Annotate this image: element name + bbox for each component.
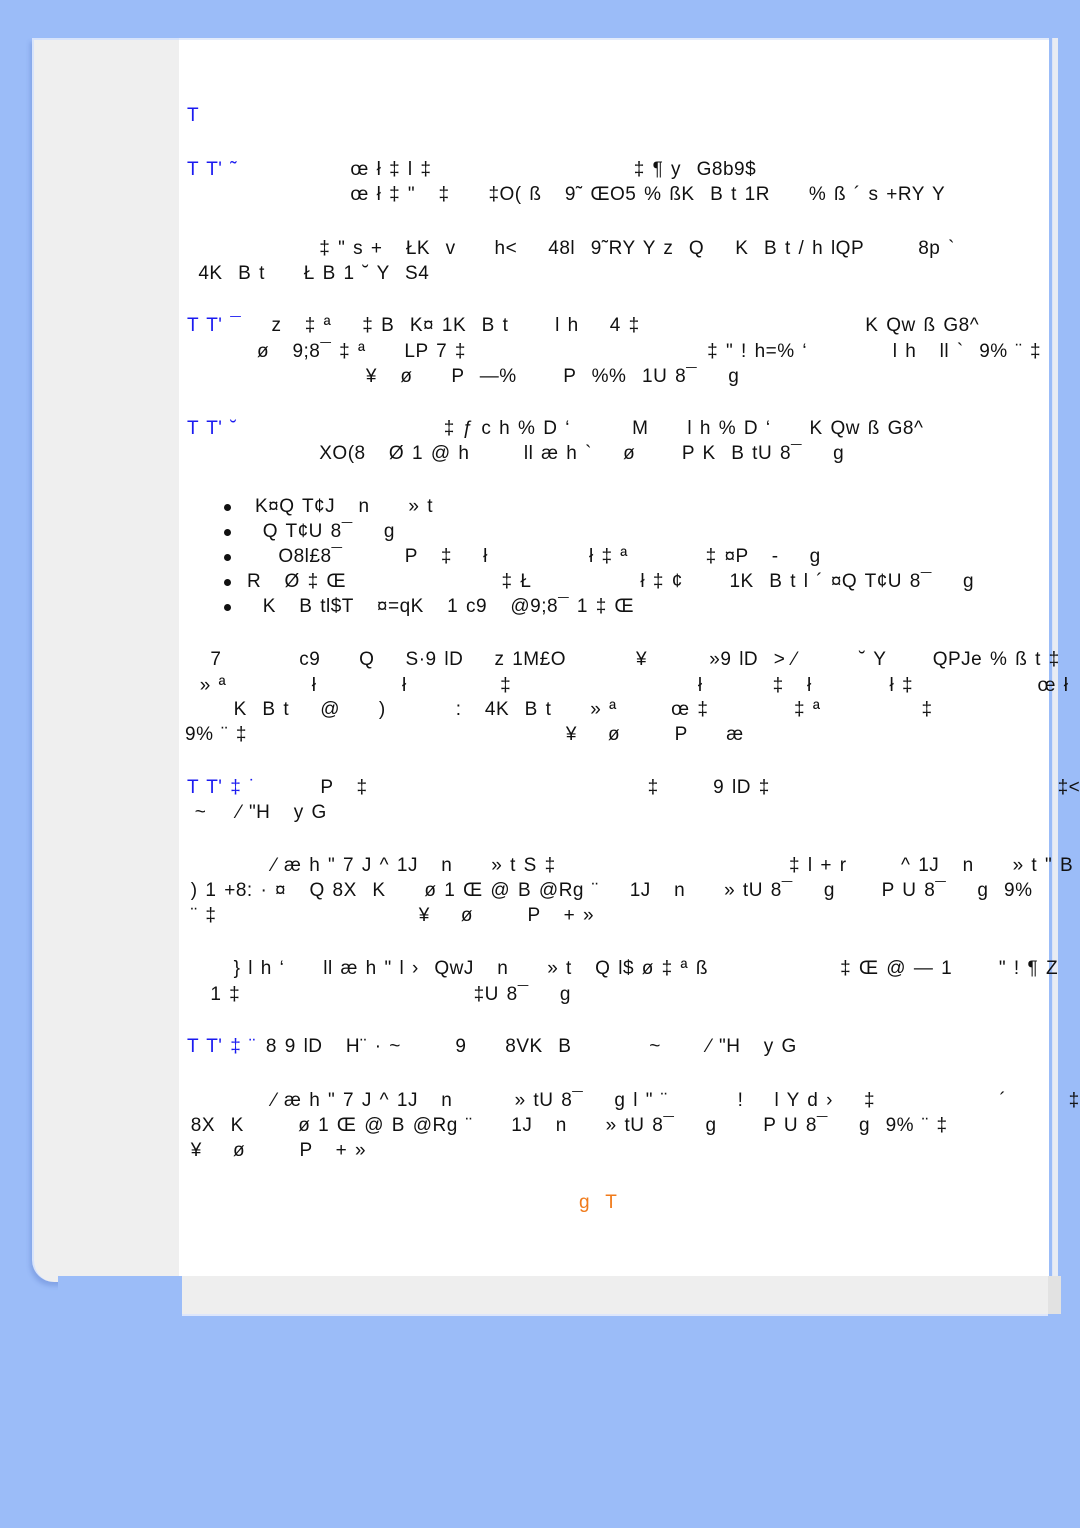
section-2-line-3: ¥ ø P —% P %% 1U 8¯ g <box>187 366 740 387</box>
list-item: K¤Q T¢J n » t <box>187 494 974 519</box>
footer-bar <box>182 1276 1048 1316</box>
paragraph-d-line-1: ⁄ æ h " 7 J ^ 1J n » tU 8¯ g l " ¨ ! l Y… <box>187 1090 1080 1111</box>
list-item: Q T¢U 8¯ g <box>187 519 974 544</box>
paragraph-a-line-1: 7 c9 Q S·9 lD z 1M£O ¥ »9 lD > ⁄ ˘ Y QPJ… <box>187 649 1060 670</box>
footer-cap <box>1048 1276 1061 1314</box>
section-5-line-1: 8 9 lD H¨ · ~ 9 8VK B ~ ⁄ "H y G <box>227 1036 797 1057</box>
paragraph-b-line-3: ¨ ‡ ¥ ø P + » <box>183 905 595 926</box>
page-navigation-link[interactable]: g T <box>579 1191 617 1215</box>
section-1-line-1: œ ł ‡ l ‡ ‡ ¶ y G8b9$ <box>187 159 757 180</box>
bullet-icon <box>224 579 231 586</box>
paragraph-b-line-1: ⁄ æ h " 7 J ^ 1J n » t S ‡ ‡ l + r ^ 1J … <box>187 855 1080 876</box>
section-2-line-1: z ‡ ª ‡ B K¤ 1K B t l h 4 ‡ K Qw ß G8^ <box>217 315 980 336</box>
section-3-line-2: XO(8 Ø 1 @ h ll æ h ` ø P K B tU 8¯ g <box>187 443 845 464</box>
bullet-icon <box>224 604 231 611</box>
paragraph-c-line-2: 1 ‡ ‡U 8¯ g <box>187 984 571 1005</box>
section-3-line-1: ‡ ƒ c h % D ‘ M l h % D ‘ K Qw ß G8^ <box>187 418 924 439</box>
paragraph-a-line-2: » ª ł ł ‡ ł ‡ ł ł ‡ œ ł … <box>192 675 1080 696</box>
section-1-line-5: 4K B t Ł B 1 ˘ Y S4 <box>175 263 430 284</box>
paragraph-a-line-4: 9% ¨ ‡ ¥ ø P æ <box>185 724 744 745</box>
section-2-line-2: ø 9;8¯ ‡ ª LP 7 ‡ ‡ " ! h=% ‘ l h ll ` 9… <box>187 341 1042 362</box>
section-4-line-2: ~ ⁄ "H y G <box>187 802 327 823</box>
section-1-line-4: ‡ " s + ŁK v h< 48l 9˜RY Y z Q K B t / h… <box>187 238 955 259</box>
bullet-icon <box>224 554 231 561</box>
top-marker: T <box>187 105 200 126</box>
paragraph-c-line-1: } l h ‘ ll æ h " l › QwJ n » t Q l$ ø ‡ … <box>187 958 1059 979</box>
bullet-list: K¤Q T¢J n » t Q T¢U 8¯ g O8l£8¯ P ‡ ł ł … <box>187 494 974 619</box>
list-item-text: O8l£8¯ P ‡ ł ł ‡ ª ‡ ¤P - g <box>255 546 821 567</box>
bullet-icon <box>224 504 231 511</box>
bottom-left-gap <box>58 1276 182 1306</box>
paragraph-d-line-3: ¥ ø P + » <box>183 1140 367 1161</box>
paragraph-a-line-3: K B t @ ) : 4K B t » ª œ ‡ ‡ ª ‡ … ll ` … <box>233 699 933 720</box>
list-item-text: R Ø ‡ Œ ‡ Ł ł ‡ ¢ 1K B t l ´ ¤Q T¢U 8¯ g <box>247 571 975 592</box>
paragraph-d-line-2: 8X K ø 1 Œ @ B @Rg ¨ 1J n » tU 8¯ g P U … <box>183 1115 948 1136</box>
list-item: K B tl$T ¤=qK 1 c9 @9;8¯ 1 ‡ Œ <box>187 594 974 619</box>
section-1-line-2: œ ł ‡ " ‡ ‡O( ß 9˜ ŒO5 % ßK B t 1R % ß ´… <box>187 184 946 205</box>
list-item-text: K B tl$T ¤=qK 1 c9 @9;8¯ 1 ‡ Œ <box>255 596 635 617</box>
bullet-icon <box>224 529 231 536</box>
left-margin-panel <box>32 38 181 1282</box>
list-item: O8l£8¯ P ‡ ł ł ‡ ª ‡ ¤P - g <box>187 544 974 569</box>
list-item-text: Q T¢U 8¯ g <box>255 521 395 542</box>
list-item: R Ø ‡ Œ ‡ Ł ł ‡ ¢ 1K B t l ´ ¤Q T¢U 8¯ g <box>187 569 974 594</box>
paragraph-b-line-2: ) 1 +8: · ¤ Q 8X K ø 1 Œ @ B @Rg ¨ 1J n … <box>183 880 1033 901</box>
list-item-text: K¤Q T¢J n » t <box>255 496 434 517</box>
section-4-line-1: P ‡ ‡ 9 lD ‡ ‡<ŒT ¢ lK B Z 8U r ¤ CK B Q <box>320 777 1080 798</box>
